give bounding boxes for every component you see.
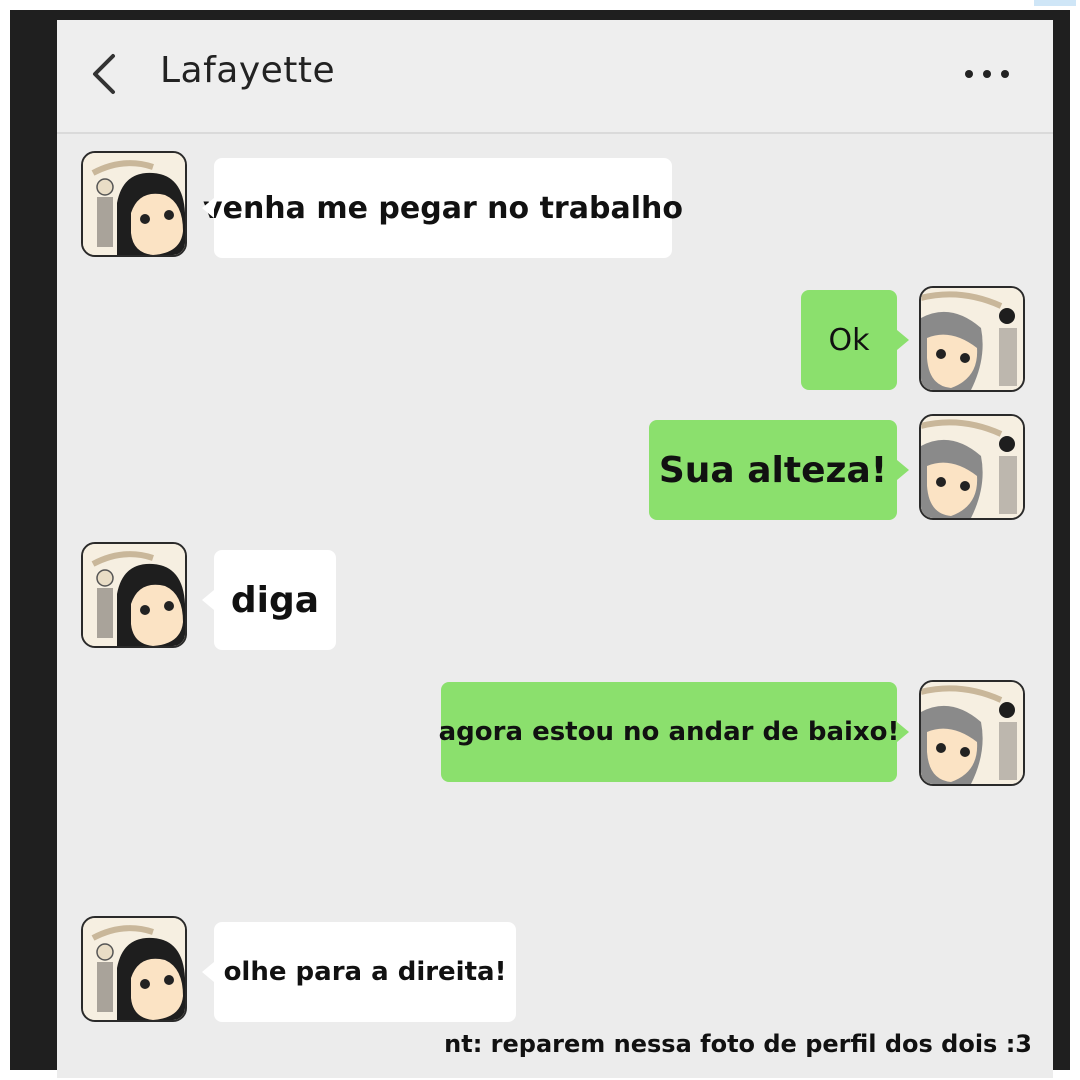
translator-note: nt: reparem nessa foto de perfil dos doi… (444, 1030, 1032, 1058)
back-button[interactable] (85, 50, 125, 98)
corner-watermark (1034, 0, 1076, 6)
message-bubble[interactable]: Sua alteza! (649, 420, 909, 520)
message-bubble[interactable]: agora estou no andar de baixo! (439, 682, 909, 782)
contact-name: Lafayette (160, 50, 336, 91)
contact-avatar[interactable] (81, 542, 187, 648)
user-avatar[interactable] (919, 680, 1025, 786)
message-bubble[interactable]: venha me pegar no trabalho (202, 158, 683, 258)
more-options-button[interactable] (961, 62, 1013, 86)
message-bubble[interactable]: diga (202, 550, 336, 650)
phone-frame: Lafayette venha me pegar no trabalho Ok … (10, 10, 1070, 1078)
user-avatar-image (921, 416, 1023, 518)
message-bubble[interactable]: Ok (801, 290, 909, 390)
contact-avatar-image (83, 918, 185, 1020)
chat-header: Lafayette (57, 20, 1053, 134)
contact-avatar[interactable] (81, 916, 187, 1022)
contact-avatar-image (83, 544, 185, 646)
contact-avatar[interactable] (81, 151, 187, 257)
message-bubble[interactable]: olhe para a direita! (202, 922, 516, 1022)
user-avatar-image (921, 682, 1023, 784)
more-horizontal-icon (965, 70, 1009, 78)
chat-screen: Lafayette venha me pegar no trabalho Ok … (57, 20, 1053, 1078)
user-avatar[interactable] (919, 286, 1025, 392)
user-avatar[interactable] (919, 414, 1025, 520)
user-avatar-image (921, 288, 1023, 390)
contact-avatar-image (83, 153, 185, 255)
chevron-left-icon (93, 54, 115, 94)
